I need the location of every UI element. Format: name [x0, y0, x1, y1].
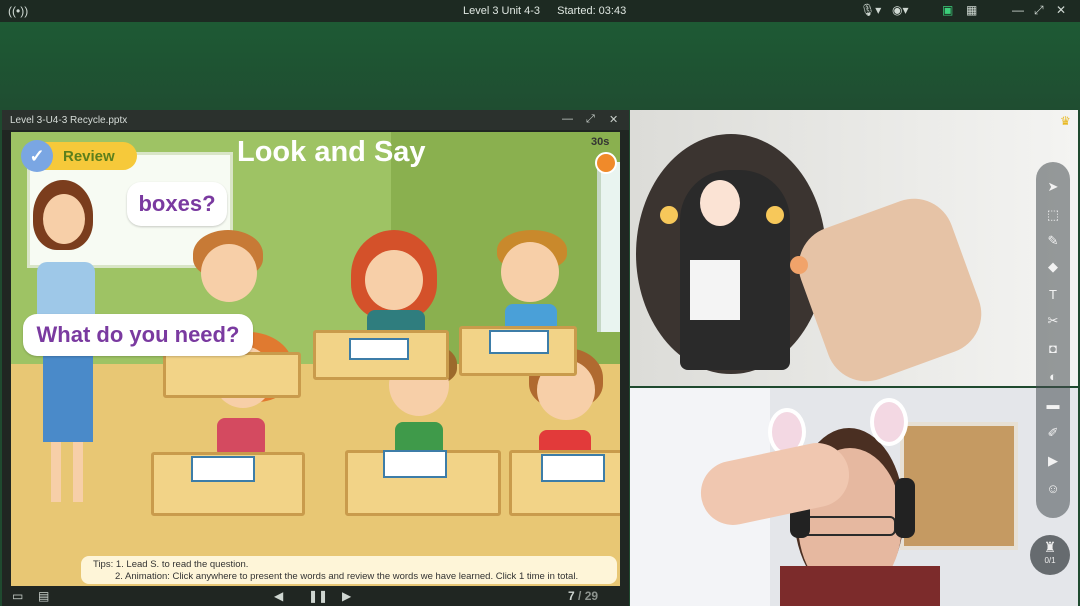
- teacher-shirt: [780, 566, 940, 606]
- select-area-icon[interactable]: ⬚: [1044, 206, 1062, 224]
- camera-icon[interactable]: ◉▾: [892, 3, 909, 17]
- minimize-icon[interactable]: —: [1012, 3, 1024, 17]
- whiteboard-area[interactable]: [0, 22, 1080, 110]
- review-badge: ✓ Review: [21, 140, 137, 172]
- restore-icon[interactable]: ⤢: [1034, 3, 1044, 18]
- tips-line-2: 2. Animation: Click anywhere to present …: [115, 571, 579, 582]
- annotation-toolbar: ➤ ⬚ ✎ ◆ T ✂ ◘ ◐ ▬ ✐ ▶ ☺: [1036, 162, 1070, 518]
- headphones: [895, 478, 915, 538]
- page-total: 29: [584, 589, 599, 603]
- dice-icon[interactable]: ◐: [1044, 368, 1062, 386]
- teacher-video-feed[interactable]: [630, 388, 1078, 606]
- class-name: Level 3 Unit 4-3: [463, 5, 541, 17]
- book-illustration: [489, 330, 549, 354]
- book-illustration: [541, 454, 605, 482]
- sticker-face: [700, 180, 740, 226]
- reward-counter[interactable]: ♜ 0/1: [1030, 535, 1070, 575]
- slide-title: Look and Say: [237, 136, 426, 168]
- shape-icon[interactable]: ◘: [1044, 340, 1062, 358]
- checkmark-icon: ✓: [21, 140, 53, 172]
- eraser-icon[interactable]: ◆: [1044, 258, 1062, 276]
- page-indicator: 7 / 29: [568, 589, 598, 603]
- student-illustration: [193, 230, 273, 320]
- student-illustration: [351, 230, 441, 340]
- toolbox-icon[interactable]: ▬: [1044, 396, 1062, 414]
- book-illustration: [383, 450, 447, 478]
- speech-bubble-answer: boxes?: [127, 182, 227, 226]
- users-icon[interactable]: ☺: [1044, 480, 1062, 498]
- slide-canvas[interactable]: ✓ Review Look and Say 30s boxes? What do…: [11, 132, 620, 586]
- grid-layout-icon[interactable]: ▦: [966, 3, 977, 17]
- started-time: Started: 03:43: [557, 5, 627, 17]
- glasses: [800, 516, 896, 536]
- window-illustration: [597, 162, 620, 332]
- corkboard: [900, 422, 1018, 550]
- video-icon[interactable]: ▶: [1044, 452, 1062, 470]
- pen-icon[interactable]: ✎: [1044, 232, 1062, 250]
- tips-line-1: Tips: 1. Lead S. to read the question.: [93, 559, 249, 570]
- minimize-icon[interactable]: —: [562, 113, 573, 125]
- sidebar-toggle-icon[interactable]: ▭: [12, 589, 23, 603]
- student-illustration: [493, 230, 573, 340]
- speech-bubble-question: What do you need?: [23, 314, 253, 356]
- book-illustration: [349, 338, 409, 360]
- page-separator: /: [574, 589, 585, 603]
- page-current: 7: [568, 589, 575, 603]
- desk-illustration: [163, 352, 301, 398]
- document-window: Level 3-U4-3 Recycle.pptx — ⤢ ✕ ✓ Review…: [2, 110, 629, 606]
- timer-label: 30s: [591, 136, 610, 148]
- flower-decoration: [790, 256, 808, 274]
- text-icon[interactable]: T: [1044, 286, 1062, 304]
- teaching-tips: Tips: 1. Lead S. to read the question. 2…: [81, 556, 617, 584]
- slides-panel-icon[interactable]: ▤: [38, 589, 49, 603]
- crown-icon: ♛: [1060, 114, 1071, 128]
- document-header: Level 3-U4-3 Recycle.pptx — ⤢ ✕: [2, 110, 629, 130]
- flower-decoration: [766, 206, 784, 224]
- student-video-feed[interactable]: [630, 110, 1078, 386]
- close-icon[interactable]: ✕: [609, 113, 618, 126]
- next-icon[interactable]: ▶: [342, 589, 351, 603]
- timer-icon[interactable]: [595, 152, 617, 174]
- pause-icon[interactable]: ❚❚: [308, 589, 328, 603]
- record-icon[interactable]: ▣: [942, 3, 953, 17]
- sticker-paper: [690, 260, 740, 320]
- trophy-icon: ♜: [1043, 539, 1057, 555]
- scissors-icon[interactable]: ✂: [1044, 312, 1062, 330]
- top-bar: ((•)) Level 3 Unit 4-3 Started: 03:43 🎙▾…: [0, 0, 1080, 22]
- flower-decoration: [660, 206, 678, 224]
- reward-count: 0/1: [1044, 556, 1056, 565]
- close-icon[interactable]: ✕: [1056, 3, 1066, 17]
- book-illustration: [191, 456, 255, 482]
- pointer-icon[interactable]: ➤: [1044, 178, 1062, 196]
- bunny-ear-right: [870, 398, 908, 446]
- expand-icon[interactable]: ⤢: [586, 113, 595, 126]
- microphone-icon[interactable]: 🎙▾: [860, 3, 881, 17]
- session-title: Level 3 Unit 4-3 Started: 03:43: [463, 5, 640, 17]
- signal-icon: ((•)): [8, 4, 29, 18]
- document-filename: Level 3-U4-3 Recycle.pptx: [10, 115, 128, 126]
- document-footer: ▭ ▤ ◀ ❚❚ ▶ 7 / 29: [2, 586, 629, 606]
- edit-icon[interactable]: ✐: [1044, 424, 1062, 442]
- previous-icon[interactable]: ◀: [274, 589, 283, 603]
